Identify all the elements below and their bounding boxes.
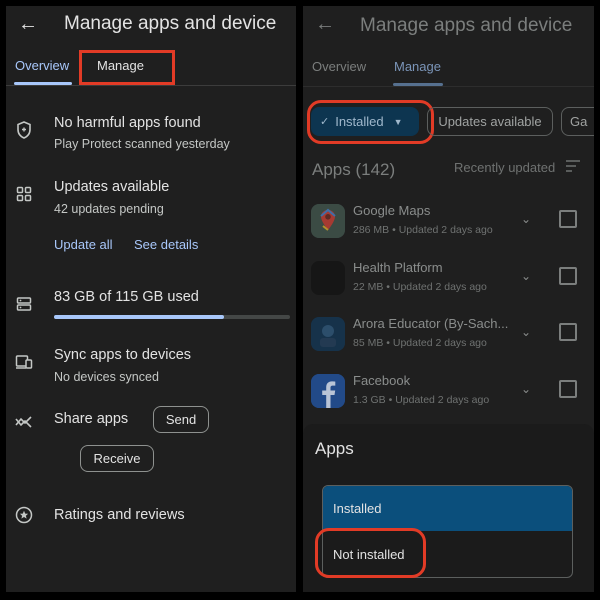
sync-title: Sync apps to devices: [54, 347, 192, 363]
storage-bar: [54, 315, 290, 319]
health-platform-icon: [311, 261, 345, 295]
list-item[interactable]: Arora Educator (By-Sach... 85 MB • Updat…: [311, 313, 583, 361]
back-arrow-icon[interactable]: ←: [18, 13, 38, 36]
ratings-title[interactable]: Ratings and reviews: [54, 507, 185, 523]
list-item[interactable]: Google Maps 286 MB • Updated 2 days ago …: [311, 200, 583, 248]
chip-games[interactable]: Ga: [561, 107, 594, 136]
select-checkbox[interactable]: [559, 380, 577, 398]
select-checkbox[interactable]: [559, 323, 577, 341]
sync-subtitle: No devices synced: [54, 370, 159, 384]
app-name: Arora Educator (By-Sach...: [353, 316, 509, 331]
tab-divider: [303, 86, 594, 87]
apps-count-header: Apps (142): [312, 160, 396, 179]
page-title: Manage apps and device: [360, 15, 573, 36]
option-installed[interactable]: Installed: [323, 486, 572, 531]
devices-icon: [14, 352, 34, 372]
sort-label[interactable]: Recently updated: [454, 160, 555, 175]
app-meta: 22 MB • Updated 2 days ago: [353, 281, 487, 293]
page-title: Manage apps and device: [64, 13, 277, 34]
share-title: Share apps: [54, 411, 129, 427]
app-name: Facebook: [353, 373, 411, 388]
highlight-box-installed-chip: [307, 100, 434, 144]
see-details-link[interactable]: See details: [134, 237, 198, 252]
tab-divider: [6, 85, 296, 86]
star-circle-icon: [14, 505, 34, 525]
storage-title: 83 GB of 115 GB used: [54, 289, 199, 305]
storage-icon: [14, 294, 34, 314]
update-all-link[interactable]: Update all: [54, 237, 113, 252]
select-checkbox[interactable]: [559, 210, 577, 228]
highlight-box-not-installed: [315, 528, 426, 578]
app-name: Health Platform: [353, 260, 443, 275]
chevron-down-icon[interactable]: ⌄: [521, 325, 531, 339]
tab-overview[interactable]: Overview: [15, 58, 69, 73]
back-arrow-icon[interactable]: ←: [315, 13, 335, 36]
receive-button[interactable]: Receive: [80, 445, 154, 472]
app-meta: 286 MB • Updated 2 days ago: [353, 224, 493, 236]
protect-subtitle: Play Protect scanned yesterday: [54, 137, 230, 151]
app-name: Google Maps: [353, 203, 431, 218]
sheet-title: Apps: [315, 439, 354, 458]
apps-grid-icon: [14, 184, 34, 204]
chevron-down-icon[interactable]: ⌄: [521, 382, 531, 396]
left-screen: ← Manage apps and device Overview Manage…: [6, 6, 296, 592]
list-item[interactable]: Facebook 1.3 GB • Updated 2 days ago ⌄: [311, 370, 583, 418]
select-checkbox[interactable]: [559, 267, 577, 285]
protect-title: No harmful apps found: [54, 115, 201, 131]
tab-manage[interactable]: Manage: [394, 59, 441, 74]
arora-educator-icon: [311, 317, 345, 351]
storage-bar-fill: [54, 315, 225, 319]
app-meta: 1.3 GB • Updated 2 days ago: [353, 394, 490, 406]
highlight-box-manage-tab: [79, 50, 175, 85]
chevron-down-icon[interactable]: ⌄: [521, 212, 531, 226]
filter-bottom-sheet: Apps Installed Not installed: [303, 424, 594, 592]
list-item[interactable]: Health Platform 22 MB • Updated 2 days a…: [311, 257, 583, 305]
share-arrows-icon: [14, 412, 34, 432]
shield-icon: [14, 120, 34, 140]
right-screen: ← Manage apps and device Overview Manage…: [303, 6, 594, 592]
send-button[interactable]: Send: [153, 406, 209, 433]
facebook-icon: [311, 374, 345, 408]
app-meta: 85 MB • Updated 2 days ago: [353, 337, 487, 349]
google-maps-icon: [311, 204, 345, 238]
updates-subtitle: 42 updates pending: [54, 202, 164, 216]
chip-updates-available[interactable]: Updates available: [427, 107, 553, 136]
updates-title: Updates available: [54, 179, 170, 195]
tab-overview[interactable]: Overview: [312, 59, 366, 74]
sort-icon[interactable]: [565, 159, 581, 178]
chevron-down-icon[interactable]: ⌄: [521, 269, 531, 283]
